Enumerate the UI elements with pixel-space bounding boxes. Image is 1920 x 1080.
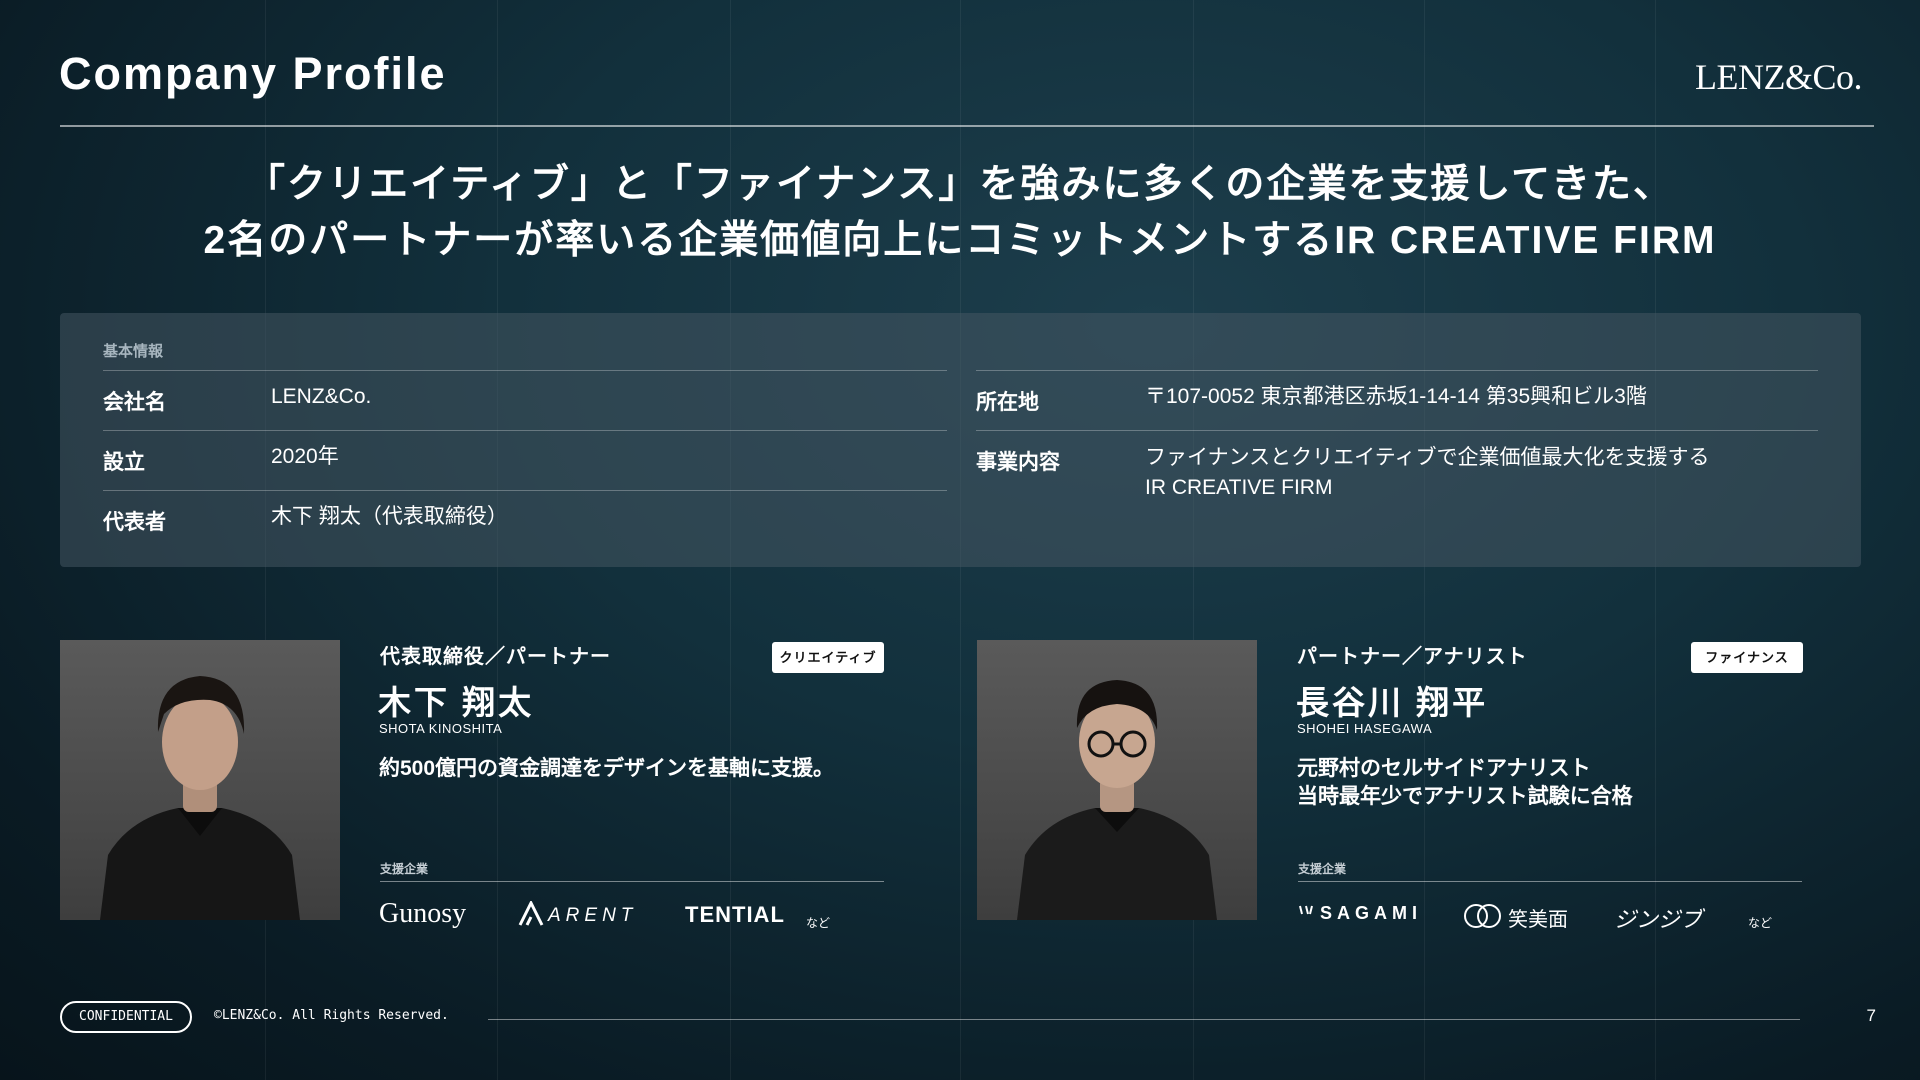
representative-label: 代表者 bbox=[103, 511, 166, 534]
representative-value: 木下 翔太（代表取締役） bbox=[271, 505, 508, 528]
partner-photo-hasegawa bbox=[977, 640, 1257, 920]
info-divider bbox=[976, 430, 1818, 431]
founded-label: 設立 bbox=[103, 451, 145, 474]
footer-divider bbox=[488, 1019, 1800, 1020]
copyright: ©LENZ&Co. All Rights Reserved. bbox=[214, 1008, 449, 1023]
clients-etc: など bbox=[1748, 916, 1773, 930]
page-title: Company Profile bbox=[59, 48, 447, 99]
partner-romaji: SHOTA KINOSHITA bbox=[379, 721, 503, 736]
clients-caption: 支援企業 bbox=[1298, 862, 1347, 876]
partner-role: 代表取締役／パートナー bbox=[380, 646, 611, 668]
title-divider bbox=[60, 125, 1874, 127]
specialty-tag: クリエイティブ bbox=[772, 642, 884, 673]
clients-caption: 支援企業 bbox=[380, 862, 429, 876]
address-value: 〒107-0052 東京都港区赤坂1-14-14 第35興和ビル3階 bbox=[1145, 385, 1647, 408]
client-logo-gunosy: Gunosy bbox=[379, 898, 467, 929]
clients-etc: など bbox=[806, 916, 831, 930]
info-caption: 基本情報 bbox=[103, 343, 164, 360]
partner-role: パートナー／アナリスト bbox=[1297, 646, 1528, 668]
arent-mark-icon bbox=[518, 899, 544, 927]
client-logo-jinjibu: ジンジブ bbox=[1614, 907, 1703, 932]
founded-value: 2020年 bbox=[271, 445, 339, 468]
confidential-badge: CONFIDENTIAL bbox=[60, 1001, 192, 1033]
info-divider bbox=[103, 370, 947, 371]
partner-name: 木下 翔太 bbox=[378, 684, 535, 721]
client-logo-arent: ARENT bbox=[548, 905, 638, 926]
partner-description: 元野村のセルサイドアナリスト 当時最年少でアナリスト試験に合格 bbox=[1297, 755, 1633, 811]
partner-photo-kinoshita bbox=[60, 640, 340, 920]
headline-line-2: 2名のパートナーが率いる企業価値向上にコミットメントするIR CREATIVE … bbox=[203, 219, 1717, 262]
emimen-mark-icon bbox=[1462, 902, 1504, 930]
sagami-mark-icon bbox=[1297, 904, 1315, 922]
headline: 「クリエイティブ」と「ファイナンス」を強みに多くの企業を支援してきた、 2名のパ… bbox=[0, 157, 1920, 269]
company-name-label: 会社名 bbox=[103, 391, 166, 414]
partner-romaji: SHOHEI HASEGAWA bbox=[1297, 721, 1433, 736]
page-number: 7 bbox=[1866, 1006, 1876, 1025]
info-divider bbox=[103, 430, 947, 431]
info-divider bbox=[976, 370, 1818, 371]
business-line-1: ファイナンスとクリエイティブで企業価値最大化を支援する bbox=[1145, 446, 1710, 469]
clients-divider bbox=[380, 881, 884, 882]
basic-info-panel: 基本情報 会社名 LENZ&Co. 設立 2020年 代表者 木下 翔太（代表取… bbox=[60, 313, 1861, 567]
info-divider bbox=[103, 490, 947, 491]
business-label: 事業内容 bbox=[976, 451, 1060, 474]
headline-line-1: 「クリエイティブ」と「ファイナンス」を強みに多くの企業を支援してきた、 bbox=[246, 163, 1674, 206]
partner-name: 長谷川 翔平 bbox=[1296, 684, 1489, 721]
client-logo-emimen: 笑美面 bbox=[1508, 907, 1568, 931]
partner-description-line: 当時最年少でアナリスト試験に合格 bbox=[1297, 785, 1633, 808]
company-name-value: LENZ&Co. bbox=[271, 385, 372, 408]
partner-description-line: 元野村のセルサイドアナリスト bbox=[1297, 757, 1591, 780]
brand-logo: LENZ&Co. bbox=[1695, 57, 1862, 97]
partner-description: 約500億円の資金調達をデザインを基軸に支援。 bbox=[379, 755, 834, 783]
partner-description-line: 約500億円の資金調達をデザインを基軸に支援。 bbox=[379, 757, 835, 780]
client-logo-tential: TENTIAL bbox=[685, 902, 785, 927]
address-label: 所在地 bbox=[976, 391, 1039, 414]
business-line-2: IR CREATIVE FIRM bbox=[1145, 476, 1333, 499]
client-logo-sagami: SAGAMI bbox=[1320, 903, 1422, 923]
clients-divider bbox=[1298, 881, 1802, 882]
specialty-tag: ファイナンス bbox=[1691, 642, 1803, 673]
business-value: ファイナンスとクリエイティブで企業価値最大化を支援する IR CREATIVE … bbox=[1145, 443, 1709, 503]
